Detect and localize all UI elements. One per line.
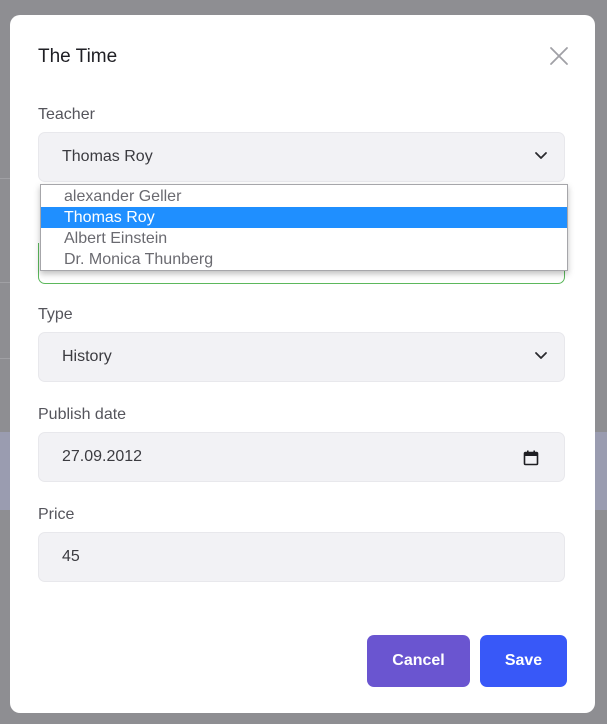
publish-date-value: 27.09.2012 <box>62 448 143 465</box>
modal-title: The Time <box>38 46 118 67</box>
teacher-select-value: Thomas Roy <box>62 148 153 165</box>
teacher-label: Teacher <box>38 106 95 123</box>
teacher-option-selected[interactable]: Thomas Roy <box>41 207 567 228</box>
type-label: Type <box>38 306 73 323</box>
price-label: Price <box>38 506 75 523</box>
chevron-down-icon <box>535 352 547 359</box>
type-select-value: History <box>62 348 112 365</box>
teacher-dropdown-list: alexander Geller Thomas Roy Albert Einst… <box>40 184 568 271</box>
close-icon[interactable] <box>548 45 570 67</box>
save-button[interactable]: Save <box>480 635 567 687</box>
teacher-select[interactable]: Thomas Roy <box>38 132 565 182</box>
calendar-icon[interactable] <box>523 450 539 466</box>
teacher-option[interactable]: Albert Einstein <box>41 228 567 249</box>
type-select[interactable]: History <box>38 332 565 382</box>
teacher-option[interactable]: Dr. Monica Thunberg <box>41 249 567 270</box>
publish-date-label: Publish date <box>38 406 127 423</box>
price-input[interactable]: 45 <box>38 532 565 582</box>
price-value: 45 <box>62 548 80 565</box>
teacher-option[interactable]: alexander Geller <box>41 186 567 207</box>
chevron-down-icon <box>535 152 547 159</box>
publish-date-input[interactable]: 27.09.2012 <box>38 432 565 482</box>
modal-dialog: The Time Teacher Thomas Roy alexander Ge… <box>10 15 595 713</box>
cancel-button[interactable]: Cancel <box>367 635 470 687</box>
